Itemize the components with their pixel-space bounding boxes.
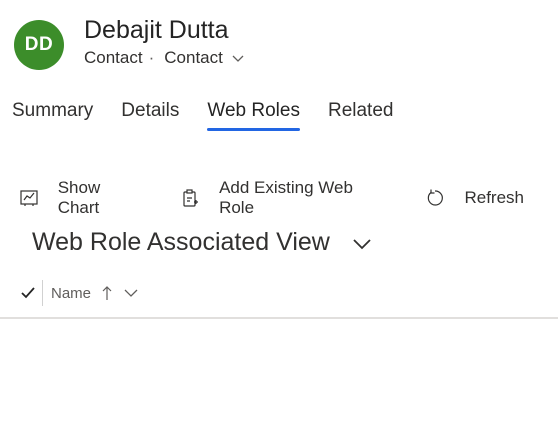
tab-list: Summary Details Web Roles Related: [12, 100, 421, 131]
tab-details[interactable]: Details: [121, 100, 179, 122]
tab-related[interactable]: Related: [328, 100, 394, 122]
form-selector[interactable]: Contact: [164, 48, 245, 68]
select-all-checkbox[interactable]: [20, 280, 40, 306]
grid-header: Name: [20, 280, 139, 306]
sort-ascending-icon: [101, 285, 113, 301]
command-bar: Show Chart Add Existing Web Role Refresh: [18, 178, 558, 218]
column-header-name[interactable]: Name: [51, 285, 139, 302]
separator: ·: [148, 48, 155, 67]
tab-web-roles[interactable]: Web Roles: [207, 100, 300, 131]
column-divider: [42, 280, 43, 306]
refresh-button[interactable]: Refresh: [424, 187, 524, 209]
view-selector[interactable]: Web Role Associated View: [32, 228, 372, 257]
column-header-label: Name: [51, 284, 92, 302]
clipboard-add-icon: [179, 187, 201, 209]
entity-name: Contact: [84, 48, 143, 67]
tab-summary[interactable]: Summary: [12, 100, 93, 122]
checkmark-icon: [20, 285, 36, 301]
add-existing-label: Add Existing Web Role: [219, 178, 353, 217]
chevron-down-icon[interactable]: [352, 233, 372, 253]
grid-divider: [0, 317, 558, 319]
refresh-label: Refresh: [464, 188, 524, 207]
chart-icon: [18, 187, 40, 209]
record-title: Debajit Dutta: [84, 16, 229, 44]
show-chart-button[interactable]: Show Chart: [18, 178, 145, 218]
show-chart-label: Show Chart: [57, 178, 101, 217]
avatar: DD: [14, 20, 64, 70]
view-title: Web Role Associated View: [32, 228, 330, 256]
record-subtitle: Contact · Contact: [84, 48, 245, 68]
chevron-down-icon: [123, 285, 139, 301]
chevron-down-icon: [231, 51, 245, 65]
form-selector-label: Contact: [164, 48, 223, 67]
refresh-icon: [424, 187, 446, 209]
add-existing-web-role-button[interactable]: Add Existing Web Role: [179, 178, 390, 218]
